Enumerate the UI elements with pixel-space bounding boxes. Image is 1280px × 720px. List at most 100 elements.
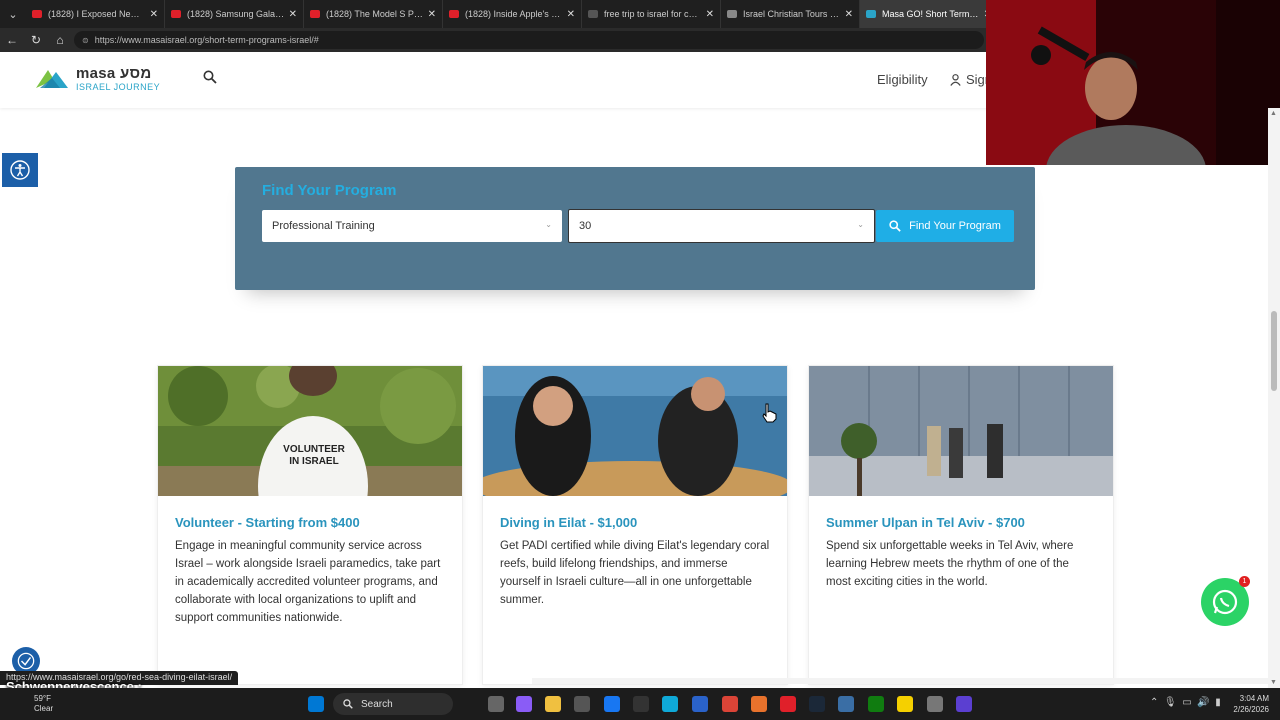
close-tab-icon[interactable]: ✕: [428, 9, 436, 20]
masa-logo[interactable]: masa מסע ISRAEL JOURNEY: [34, 65, 161, 92]
windows-start-icon[interactable]: [308, 696, 324, 712]
close-tab-icon[interactable]: ✕: [289, 9, 297, 20]
nav-eligibility[interactable]: Eligibility: [877, 72, 928, 87]
browser-tab[interactable]: (1828) Inside Apple's Multib ✕: [443, 0, 582, 28]
browser-tab[interactable]: (1828) I Exposed New Jerse ✕: [26, 0, 165, 28]
card-image-ulpan[interactable]: [809, 366, 1113, 496]
browser-tab[interactable]: (1828) Samsung Galaxy S26 ✕: [165, 0, 304, 28]
whatsapp-badge: 1: [1239, 576, 1250, 587]
app-icon[interactable]: [838, 696, 854, 712]
edge-icon[interactable]: [662, 696, 678, 712]
browser-tab[interactable]: Israel Christian Tours | Christ ✕: [721, 0, 860, 28]
file-explorer-icon[interactable]: [545, 696, 561, 712]
search-icon: [588, 10, 598, 18]
clock-time: 3:04 AM: [1239, 694, 1269, 703]
chevron-down-icon: ⌄: [545, 220, 552, 229]
notes-icon[interactable]: [897, 696, 913, 712]
settings-gear-icon[interactable]: [927, 696, 943, 712]
finder-title: Find Your Program: [262, 182, 397, 199]
age-select-value: 30: [579, 220, 592, 232]
close-tab-icon[interactable]: ✕: [567, 9, 575, 20]
page-scrollbar[interactable]: ▲ ▼: [1268, 108, 1280, 688]
tab-list-chevron-icon[interactable]: ⌄: [0, 0, 26, 28]
card-image-volunteer[interactable]: VOLUNTEER IN ISRAEL: [158, 366, 462, 496]
weather-temp: 59°F: [34, 694, 51, 703]
url-input[interactable]: ⊜ https://www.masaisrael.org/short-term-…: [74, 31, 984, 49]
home-icon[interactable]: ⌂: [48, 28, 72, 52]
card-title[interactable]: Diving in Eilat - $1,000: [500, 515, 637, 530]
clock-date: 2/26/2026: [1233, 705, 1269, 714]
youtube-icon: [171, 10, 181, 18]
chevron-down-icon: ⌄: [857, 220, 864, 229]
search-icon: [343, 699, 353, 709]
program-card-diving[interactable]: Diving in Eilat - $1,000 Get PADI certif…: [482, 365, 788, 685]
windows-taskbar: 59°F Clear Search ⌃ 🎙 ▭ 🔊 ▮ 3:04 AM 2/26…: [0, 688, 1280, 720]
tab-title: free trip to israel for christia: [604, 9, 702, 19]
reload-icon[interactable]: ↻: [24, 28, 48, 52]
accessibility-button[interactable]: [2, 153, 38, 187]
page-icon: [727, 10, 737, 18]
site-info-icon[interactable]: ⊜: [82, 36, 89, 45]
xbox-icon[interactable]: [868, 696, 884, 712]
masa-logo-icon: [36, 70, 68, 89]
tab-title: (1828) Samsung Galaxy S26: [187, 9, 285, 19]
scrollbar-thumb[interactable]: [1271, 311, 1277, 391]
logo-line2: ISRAEL JOURNEY: [76, 81, 161, 92]
tab-title: Masa GO! Short Term Progra: [882, 9, 980, 19]
user-icon: [950, 73, 961, 86]
card-title[interactable]: Volunteer - Starting from $400: [175, 515, 360, 530]
browser-tab[interactable]: free trip to israel for christia ✕: [582, 0, 721, 28]
card-title[interactable]: Summer Ulpan in Tel Aviv - $700: [826, 515, 1025, 530]
program-card-ulpan[interactable]: Summer Ulpan in Tel Aviv - $700 Spend si…: [808, 365, 1114, 685]
browser-tab[interactable]: Masa GO! Short Term Progra✕: [860, 0, 999, 28]
volunteer-shirt-text: VOLUNTEER IN ISRAEL: [283, 444, 345, 467]
weather-desc: Clear: [34, 704, 54, 713]
logo-line1: masa מסע: [76, 65, 152, 82]
search-icon[interactable]: [203, 70, 219, 86]
tab-title: (1828) Inside Apple's Multib: [465, 9, 563, 19]
task-view-icon[interactable]: [488, 696, 504, 712]
webcam-overlay: [986, 0, 1280, 165]
category-select[interactable]: Professional Training ⌄: [262, 210, 562, 242]
system-tray[interactable]: ⌃ 🎙 ▭ 🔊 ▮: [1150, 697, 1221, 708]
store-icon[interactable]: [574, 696, 590, 712]
accessibility-icon: [17, 652, 35, 670]
amazon-icon[interactable]: [633, 696, 649, 712]
program-finder: Find Your Program Professional Training …: [235, 167, 1035, 290]
hand-cursor-icon: [762, 403, 777, 423]
age-select[interactable]: 30 ⌄: [568, 209, 875, 243]
tab-title: Israel Christian Tours | Christ: [743, 9, 841, 19]
url-text: https://www.masaisrael.org/short-term-pr…: [94, 35, 319, 45]
search-icon: [889, 220, 901, 232]
chrome-icon[interactable]: [722, 696, 738, 712]
close-tab-icon[interactable]: ✕: [150, 9, 158, 20]
calculator-icon[interactable]: [692, 696, 708, 712]
obs-icon[interactable]: [956, 696, 972, 712]
youtube-icon: [310, 10, 320, 18]
card-description: Engage in meaningful community service a…: [175, 540, 441, 624]
close-tab-icon[interactable]: ✕: [845, 9, 853, 20]
close-tab-icon[interactable]: ✕: [706, 9, 714, 20]
accessibility-icon: [10, 160, 30, 180]
taskbar-clock[interactable]: 3:04 AM 2/26/2026: [1229, 693, 1269, 715]
vlc-icon[interactable]: [751, 696, 767, 712]
youtube-icon[interactable]: [780, 696, 796, 712]
scroll-down-icon[interactable]: ▼: [1270, 679, 1277, 686]
find-program-button[interactable]: Find Your Program: [876, 210, 1014, 242]
back-arrow-icon[interactable]: ←: [0, 28, 24, 52]
copilot-icon[interactable]: [516, 696, 532, 712]
whatsapp-icon: [1212, 589, 1238, 615]
facebook-icon[interactable]: [604, 696, 620, 712]
card-description: Spend six unforgettable weeks in Tel Avi…: [826, 540, 1074, 588]
taskbar-search[interactable]: Search: [333, 693, 453, 715]
program-card-volunteer[interactable]: VOLUNTEER IN ISRAEL Volunteer - Starting…: [157, 365, 463, 685]
taskbar-search-label: Search: [361, 698, 393, 710]
card-image-diving[interactable]: [483, 366, 787, 496]
find-program-label: Find Your Program: [909, 220, 1001, 232]
weather-widget[interactable]: 59°F Clear: [34, 694, 53, 714]
scroll-up-icon[interactable]: ▲: [1270, 110, 1277, 117]
steam-icon[interactable]: [809, 696, 825, 712]
card-description: Get PADI certified while diving Eilat's …: [500, 540, 770, 606]
browser-tab[interactable]: (1828) The Model S Plaid W ✕: [304, 0, 443, 28]
horizontal-scrollbar[interactable]: [532, 678, 1268, 684]
